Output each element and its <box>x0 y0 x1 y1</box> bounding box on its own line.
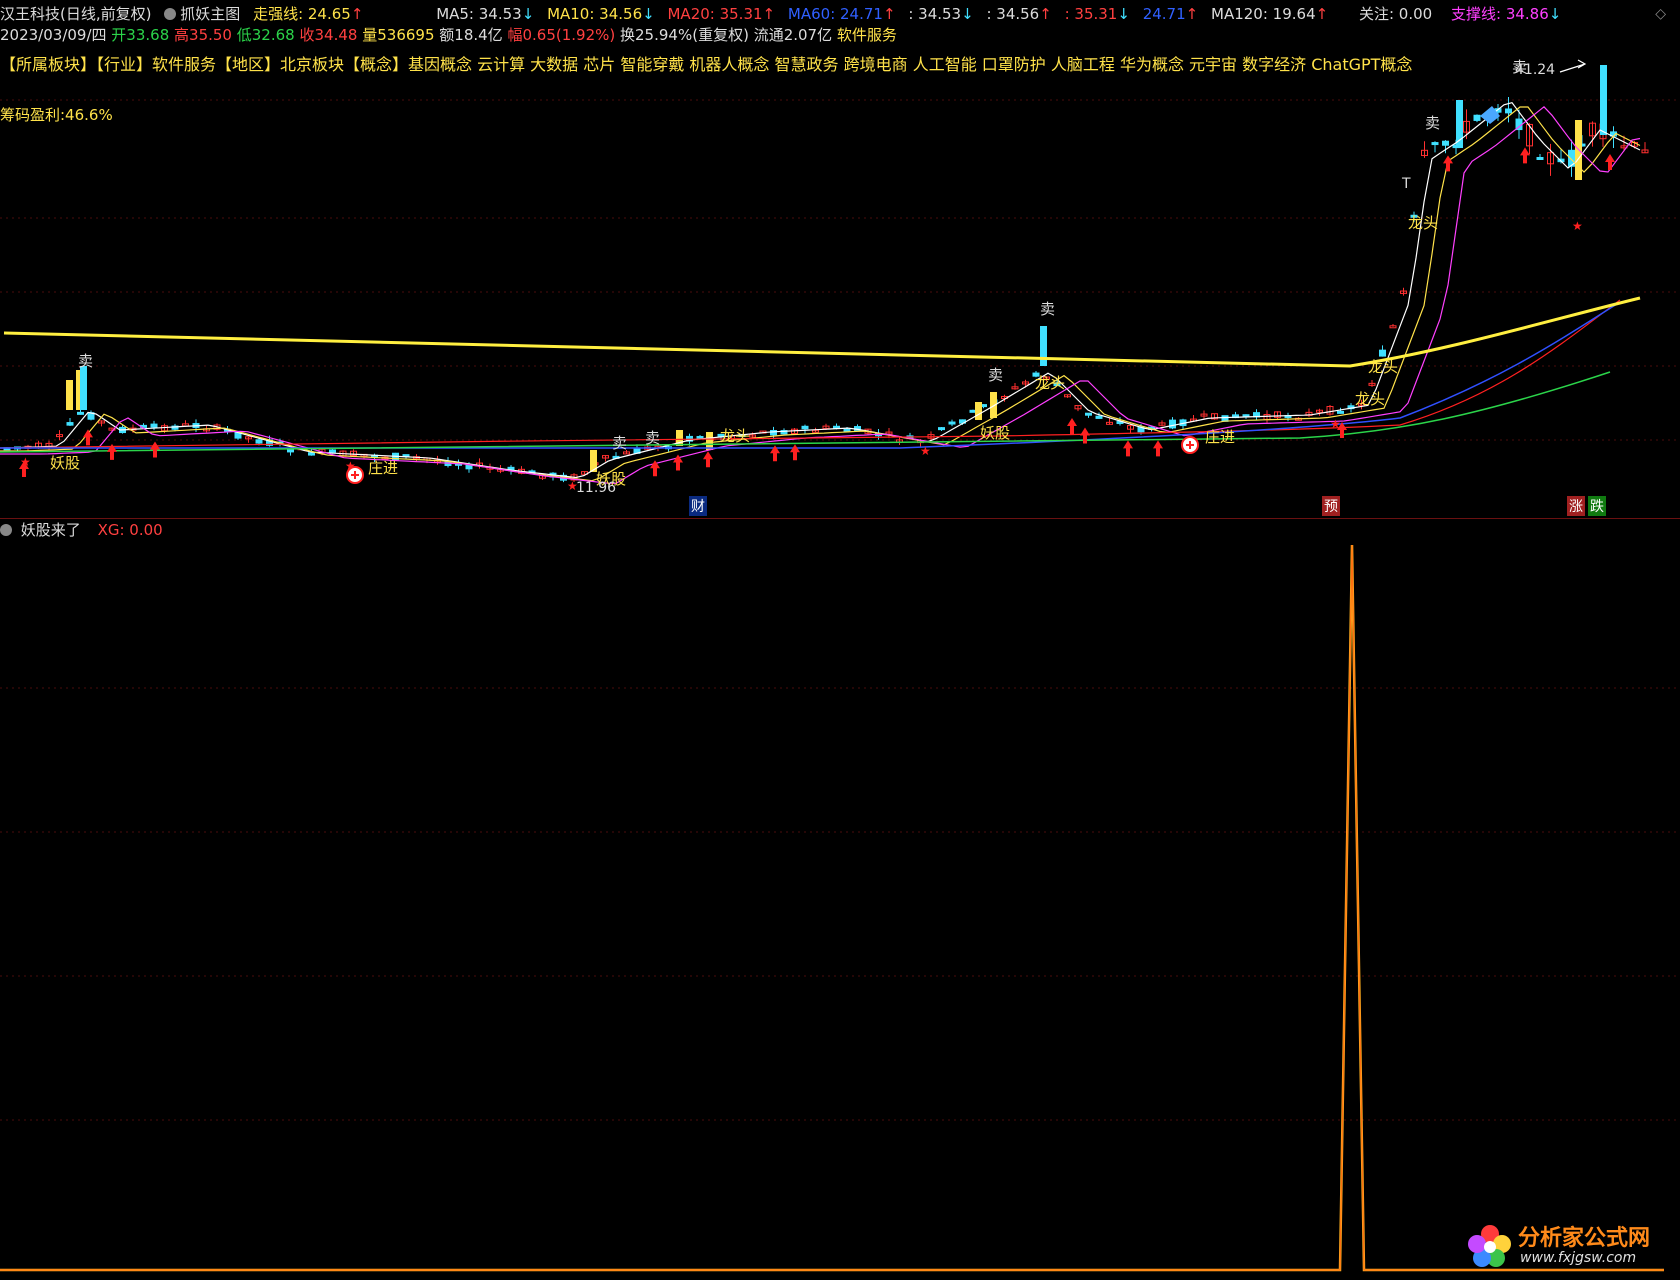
dragon-head-marker: 龙头 <box>1368 358 1399 376</box>
highlight-candle <box>80 366 87 410</box>
candle[interactable] <box>1368 380 1376 387</box>
star-icon: ★ <box>1330 417 1341 431</box>
buy-arrow-icon <box>1605 154 1615 170</box>
sub-grid-lines <box>0 687 1680 1121</box>
candle[interactable] <box>1379 345 1386 357</box>
candle[interactable] <box>1316 408 1323 416</box>
dealer-in-marker: 庄进 <box>368 459 399 477</box>
buy-arrow-icon <box>150 441 160 458</box>
buy-arrow-icon <box>1153 440 1163 457</box>
star-icon: ★ <box>920 444 931 458</box>
t-marker: T <box>1402 176 1411 192</box>
xg-value: XG: 0.00 <box>97 521 163 539</box>
candle[interactable] <box>56 430 63 441</box>
candle[interactable] <box>770 426 777 440</box>
limit-down-tag[interactable]: 跌 <box>1588 496 1606 516</box>
buy-arrow-icon <box>703 451 713 468</box>
candle[interactable] <box>66 417 74 427</box>
sell-marker: 卖 <box>988 366 1004 384</box>
candle[interactable] <box>948 419 956 427</box>
buy-arrow-icon <box>83 429 93 446</box>
ma20-line <box>0 105 1641 485</box>
site-brand: 分析家公式网 <box>1518 1225 1651 1251</box>
highlight-candle <box>66 380 73 410</box>
candle[interactable] <box>1158 420 1166 427</box>
panel-divider[interactable] <box>0 518 1680 519</box>
sell-marker: 卖 <box>1425 114 1441 132</box>
candle[interactable] <box>1305 408 1313 418</box>
ma5-line <box>0 102 1641 479</box>
dropdown-circle-icon[interactable] <box>0 524 12 536</box>
demon-stock-marker: 妖股 <box>980 424 1011 442</box>
sub-panel-header: 妖股来了 XG: 0.00 <box>0 519 163 541</box>
flower-logo-icon <box>1468 1225 1511 1267</box>
star-icon: ★ <box>20 455 31 469</box>
candle[interactable] <box>1064 394 1071 398</box>
highlight-candle <box>975 402 982 420</box>
demon-signal-line-inner <box>0 544 1664 1271</box>
highlight-candle <box>1600 65 1607 135</box>
kline-chart[interactable]: ★ ★★★★★ <box>0 0 1680 518</box>
candle[interactable] <box>1326 404 1334 416</box>
dealer-plus-icon <box>1181 436 1199 454</box>
site-watermark: 分析家公式网 www.fxjgsw.com <box>1462 1216 1672 1274</box>
candle[interactable] <box>455 459 462 470</box>
high-arrow-icon <box>1559 59 1587 73</box>
candle[interactable] <box>1074 405 1082 412</box>
candle[interactable] <box>801 424 809 434</box>
dragon-head-marker: 龙头 <box>1355 390 1386 408</box>
sub-panel-title[interactable]: 妖股来了 <box>21 521 81 539</box>
candle[interactable] <box>287 448 294 456</box>
buy-arrow-icon <box>1520 147 1530 164</box>
buy-arrow-icon <box>1443 155 1453 172</box>
sell-marker: 卖 <box>1040 300 1056 318</box>
candle[interactable] <box>1274 411 1281 419</box>
candle[interactable] <box>938 427 945 432</box>
signal-arrows: ★ ★★★★★ <box>19 59 1615 493</box>
candle[interactable] <box>1389 323 1397 329</box>
candle[interactable] <box>896 437 903 446</box>
buy-arrow-icon <box>1067 418 1077 434</box>
candle[interactable] <box>1169 417 1176 430</box>
candle[interactable] <box>1085 412 1092 418</box>
candle[interactable] <box>1641 142 1649 154</box>
sell-marker: 卖 <box>612 434 628 452</box>
sell-marker: 卖 <box>78 352 94 370</box>
candle[interactable] <box>696 434 704 440</box>
dealer-in-marker: 庄进 <box>1205 428 1236 446</box>
dealer-plus-icon <box>346 466 364 484</box>
candlesticks[interactable] <box>3 65 1649 483</box>
forecast-tag[interactable]: 预 <box>1322 496 1340 516</box>
candle[interactable] <box>1253 409 1260 421</box>
candle[interactable] <box>1200 410 1208 420</box>
high-price-label: 41.24 <box>1515 62 1556 78</box>
candle[interactable] <box>1473 114 1481 123</box>
star-icon: ★ <box>1572 219 1583 233</box>
candle[interactable] <box>444 457 452 468</box>
demon-stock-marker: 妖股 <box>50 454 81 472</box>
site-url: www.fxjgsw.com <box>1520 1250 1637 1266</box>
candle[interactable] <box>1536 154 1544 160</box>
sell-marker: 卖 <box>645 429 661 447</box>
demon-signal-line <box>0 544 1664 1272</box>
finance-tag[interactable]: 财 <box>689 496 707 516</box>
candle[interactable] <box>1284 412 1292 422</box>
buy-arrow-icon <box>790 444 800 461</box>
low-price-label: 11.96 <box>576 480 617 496</box>
buy-arrow-icon <box>1123 440 1133 457</box>
candle[interactable] <box>98 420 105 427</box>
moving-average-lines <box>0 102 1641 485</box>
candle[interactable] <box>602 455 609 462</box>
ma10-line <box>0 106 1641 482</box>
candle[interactable] <box>1011 383 1019 390</box>
dragon-head-marker: 龙头 <box>720 427 751 445</box>
dragon-head-marker: 龙头 <box>1408 214 1439 232</box>
candle[interactable] <box>350 449 357 457</box>
candle[interactable] <box>1211 413 1218 420</box>
limit-up-tag[interactable]: 涨 <box>1567 496 1585 516</box>
dragon-head-marker: 龙头 <box>1035 374 1066 392</box>
candle[interactable] <box>182 420 189 427</box>
candle[interactable] <box>1421 141 1428 158</box>
candle[interactable] <box>1431 141 1439 153</box>
